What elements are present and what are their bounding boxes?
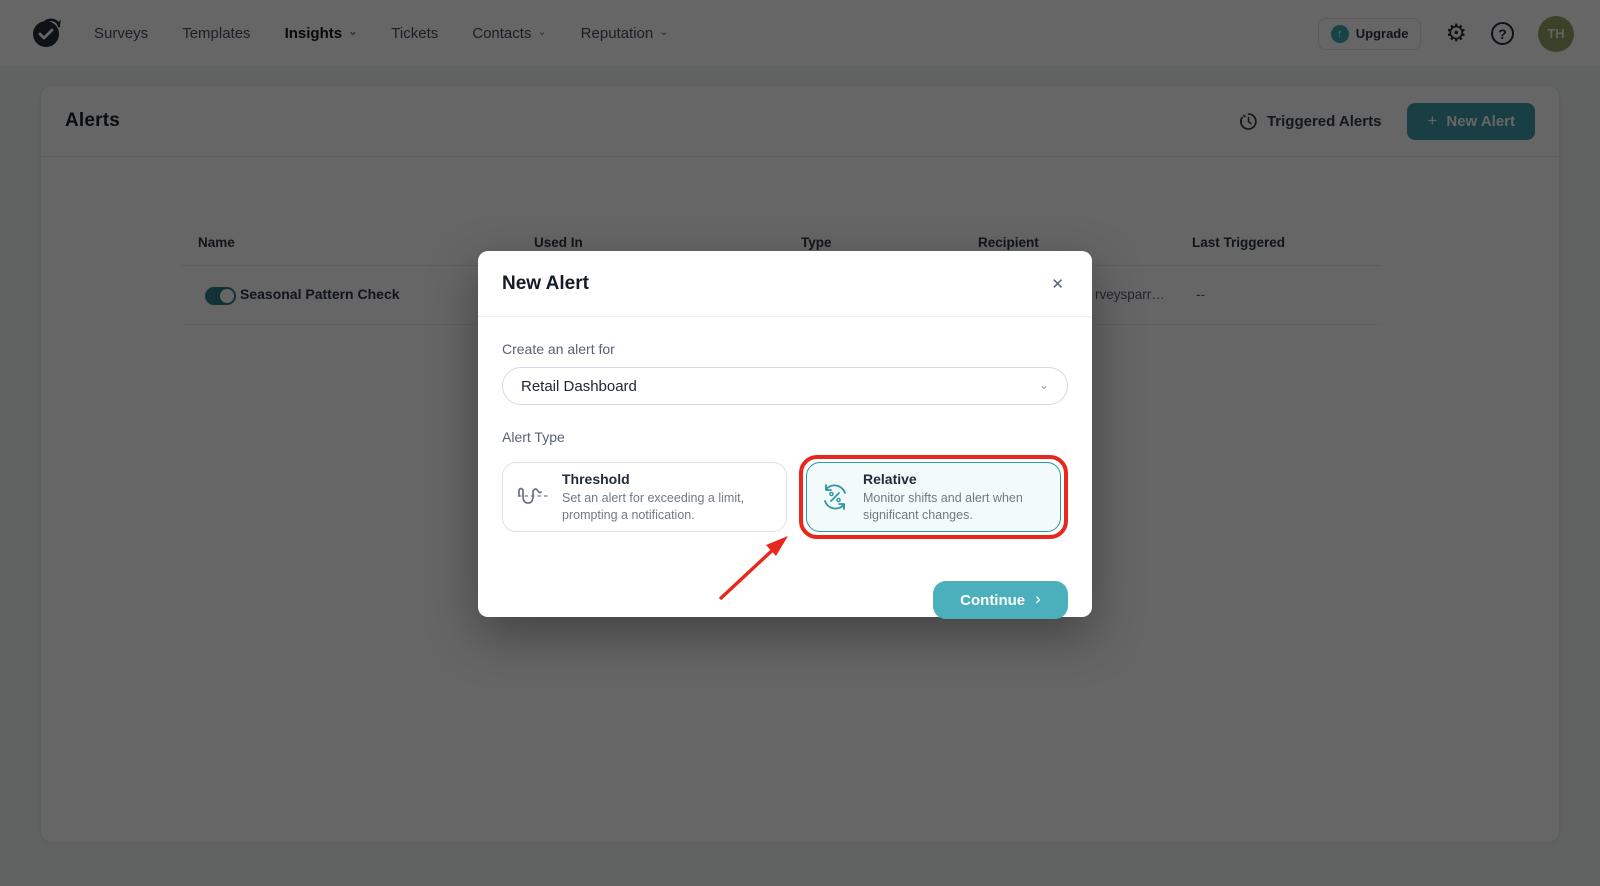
- chevron-right-icon: ›: [1035, 589, 1041, 609]
- survey-select-value: Retail Dashboard: [521, 378, 637, 395]
- threshold-wave-icon: [517, 482, 549, 512]
- continue-label: Continue: [960, 592, 1025, 609]
- create-alert-for-label: Create an alert for: [502, 341, 1068, 357]
- chevron-down-icon: ⌄: [1039, 379, 1049, 391]
- continue-button[interactable]: Continue ›: [933, 581, 1068, 619]
- alert-type-relative-card[interactable]: Relative Monitor shifts and alert when s…: [806, 462, 1061, 532]
- relative-description-line2: significant changes.: [863, 507, 1023, 524]
- annotation-highlight-ring: Relative Monitor shifts and alert when s…: [799, 455, 1068, 539]
- modal-body: Create an alert for Retail Dashboard ⌄ A…: [478, 317, 1092, 643]
- alert-type-options: Threshold Set an alert for exceeding a l…: [502, 455, 1068, 539]
- alert-type-label: Alert Type: [502, 429, 1068, 445]
- threshold-title: Threshold: [562, 471, 744, 487]
- alert-type-threshold-card[interactable]: Threshold Set an alert for exceeding a l…: [502, 462, 787, 532]
- close-icon[interactable]: ✕: [1047, 271, 1068, 297]
- relative-percent-cycle-icon: [820, 482, 850, 512]
- new-alert-modal: New Alert ✕ Create an alert for Retail D…: [478, 251, 1092, 617]
- modal-header: New Alert ✕: [478, 251, 1092, 317]
- threshold-description-line1: Set an alert for exceeding a limit,: [562, 490, 744, 507]
- relative-title: Relative: [863, 471, 1023, 487]
- relative-description-line1: Monitor shifts and alert when: [863, 490, 1023, 507]
- modal-footer: Continue ›: [502, 581, 1068, 619]
- survey-select[interactable]: Retail Dashboard ⌄: [502, 367, 1068, 405]
- modal-title: New Alert: [502, 273, 589, 295]
- threshold-description-line2: prompting a notification.: [562, 507, 744, 524]
